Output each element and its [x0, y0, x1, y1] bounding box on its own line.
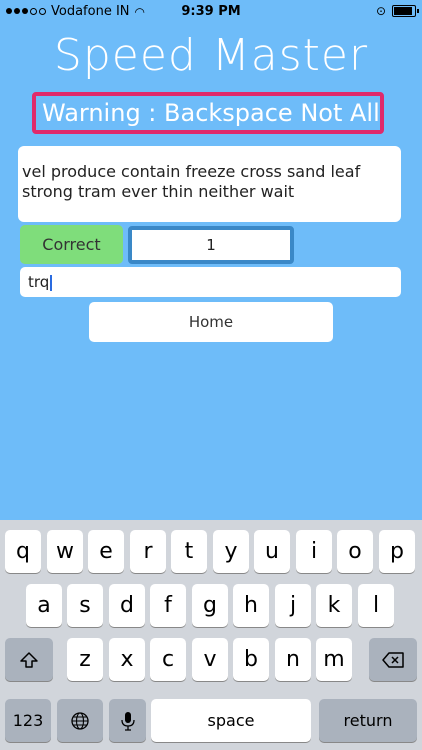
key-o[interactable]: o — [337, 530, 373, 573]
key-e[interactable]: e — [88, 530, 124, 573]
typed-text: trq — [28, 273, 50, 291]
delete-key[interactable] — [369, 638, 417, 681]
key-b[interactable]: b — [233, 638, 269, 681]
key-d[interactable]: d — [109, 584, 145, 627]
key-a[interactable]: a — [26, 584, 62, 627]
key-k[interactable]: k — [316, 584, 352, 627]
key-u[interactable]: u — [254, 530, 290, 573]
return-key[interactable]: return — [319, 699, 417, 742]
app-title: Speed Master — [53, 30, 369, 81]
orientation-lock-icon: ⊙ — [375, 4, 386, 18]
key-x[interactable]: x — [109, 638, 145, 681]
key-s[interactable]: s — [67, 584, 103, 627]
key-h[interactable]: h — [233, 584, 269, 627]
globe-key[interactable] — [57, 699, 103, 742]
shift-icon — [20, 651, 38, 668]
home-button[interactable]: Home — [89, 302, 333, 342]
key-w[interactable]: w — [47, 530, 83, 573]
keyboard: q w e r t y u i o p a s d f g h j k l z … — [0, 520, 422, 750]
backspace-icon — [382, 651, 404, 668]
shift-key[interactable] — [5, 638, 53, 681]
key-p[interactable]: p — [379, 530, 415, 573]
passage-text: vel produce contain freeze cross sand le… — [18, 146, 401, 222]
key-v[interactable]: v — [192, 638, 228, 681]
key-q[interactable]: q — [5, 530, 41, 573]
key-j[interactable]: j — [275, 584, 311, 627]
dictation-key[interactable] — [109, 699, 146, 742]
status-time: 9:39 PM — [181, 4, 241, 19]
key-i[interactable]: i — [296, 530, 332, 573]
status-bar: Vodafone IN ◠ 9:39 PM ⊙ — [0, 0, 422, 22]
warning-banner: Warning : Backspace Not All... — [32, 92, 384, 134]
key-z[interactable]: z — [67, 638, 103, 681]
key-n[interactable]: n — [275, 638, 311, 681]
key-c[interactable]: c — [150, 638, 186, 681]
key-g[interactable]: g — [192, 584, 228, 627]
correct-button[interactable]: Correct — [20, 225, 123, 264]
globe-icon — [71, 711, 89, 730]
key-f[interactable]: f — [150, 584, 186, 627]
key-l[interactable]: l — [358, 584, 394, 627]
status-right-icons: ⊙ — [375, 4, 419, 18]
numbers-key[interactable]: 123 — [5, 699, 51, 742]
text-caret — [50, 274, 53, 291]
key-y[interactable]: y — [213, 530, 249, 573]
key-r[interactable]: r — [130, 530, 166, 573]
battery-icon — [392, 5, 419, 17]
key-t[interactable]: t — [171, 530, 207, 573]
microphone-icon — [120, 711, 135, 731]
key-m[interactable]: m — [316, 638, 352, 681]
typing-input[interactable]: trq — [20, 267, 401, 297]
correct-count-display: 1 — [128, 226, 294, 264]
space-key[interactable]: space — [151, 699, 311, 742]
